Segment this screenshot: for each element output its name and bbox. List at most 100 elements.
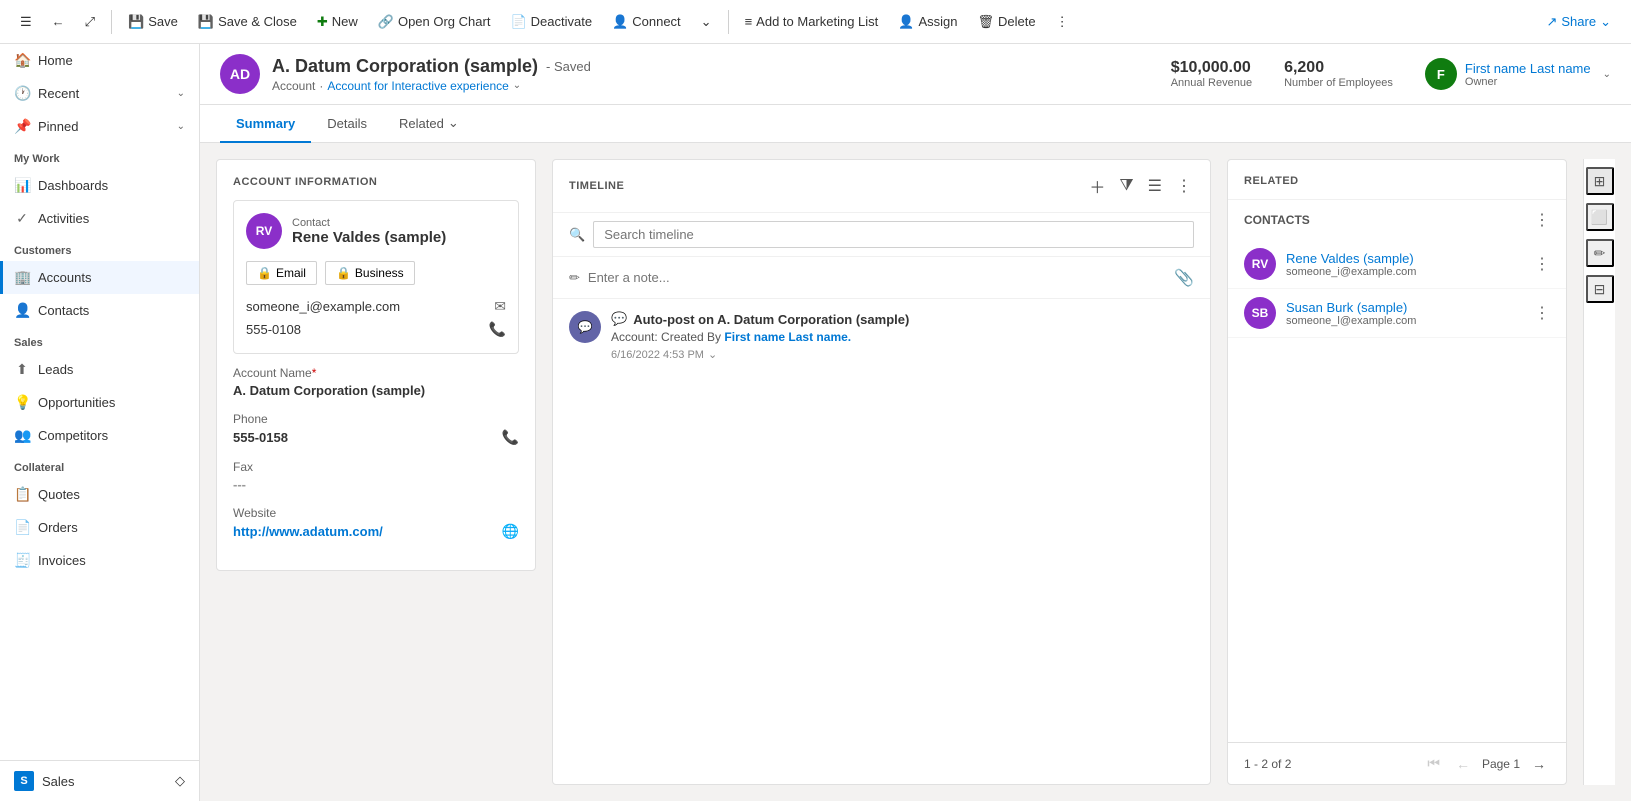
contact-phone-row: 555-0108 📞 [246,318,506,341]
sidebar-item-home[interactable]: 🏠 Home [0,44,199,77]
contact2-name[interactable]: Susan Burk (sample) [1286,300,1524,315]
timeline-note-input[interactable] [588,265,1166,290]
contact-list-item-1: RV Rene Valdes (sample) someone_i@exampl… [1228,240,1566,289]
contact2-more-button[interactable]: ⋮ [1534,303,1550,323]
sidebar-item-recent[interactable]: 🕐 Recent ⌄ [0,77,199,110]
share-chevron-icon: ⌄ [1600,14,1611,30]
entry-avatar-icon: 💬 [578,320,593,334]
sidebar-app-item[interactable]: S Sales ◇ [0,761,199,801]
icon-bar-edit-button[interactable]: ✏ [1586,239,1614,267]
sidebar-item-competitors[interactable]: 👥 Competitors [0,419,199,452]
timeline-actions: ＋ ⧩ ☰ ⋮ [1087,172,1194,200]
contact-actions: 🔒 Email 🔒 Business [246,261,506,285]
sidebar-item-opportunities[interactable]: 💡 Opportunities [0,386,199,419]
tab-details[interactable]: Details [311,106,383,143]
timeline-add-button[interactable]: ＋ [1087,172,1107,200]
entry-meta: 6/16/2022 4:53 PM ⌄ [611,348,1194,361]
tab-related[interactable]: Related ⌄ [383,105,475,143]
pencil-icon: ✏ [569,270,580,286]
entry-expand-icon[interactable]: ⌄ [708,348,717,361]
timeline-card: TIMELINE ＋ ⧩ ☰ ⋮ 🔍 ✏ [552,159,1211,785]
back-button[interactable]: ← [44,10,73,33]
contact2-info: Susan Burk (sample) someone_l@example.co… [1286,300,1524,327]
assign-icon: 👤 [898,14,914,30]
delete-button[interactable]: 🗑 Delete [970,10,1044,34]
activities-icon: ✓ [14,210,30,227]
employees-stat: 6,200 Number of Employees [1284,59,1393,89]
sidebar-item-leads[interactable]: ⬆ Leads [0,353,199,386]
sidebar-item-activities[interactable]: ✓ Activities [0,202,199,235]
business-button[interactable]: 🔒 Business [325,261,415,285]
account-info-title: ACCOUNT INFORMATION [233,176,519,188]
more-dropdown-button[interactable]: ⌄ [693,10,720,34]
pinned-chevron-icon: ⌄ [177,121,185,132]
contact1-name[interactable]: Rene Valdes (sample) [1286,251,1524,266]
contact1-more-button[interactable]: ⋮ [1534,254,1550,274]
contacts-more-button[interactable]: ⋮ [1534,210,1550,230]
sidebar-item-pinned[interactable]: 📌 Pinned ⌄ [0,110,199,143]
sidebar-item-contacts[interactable]: 👤 Contacts [0,294,199,327]
next-page-button[interactable]: → [1528,754,1550,774]
record-subtitle: Account · Account for Interactive experi… [272,79,1159,93]
phone-field-icon[interactable]: 📞 [502,429,519,446]
hamburger-button[interactable]: ☰ [12,10,40,34]
phone-label: Phone [233,412,519,426]
assign-button[interactable]: 👤 Assign [890,10,965,34]
content-area: AD A. Datum Corporation (sample) - Saved… [200,44,1631,801]
right-icon-bar: ⊞ ⬜ ✏ ⊟ [1583,159,1615,785]
accounts-icon: 🏢 [14,269,30,286]
new-button[interactable]: ✚ New [309,10,366,34]
contact-card: RV Contact Rene Valdes (sample) 🔒 Email [233,200,519,354]
save-button[interactable]: 💾 Save [120,10,186,34]
email-field-icon[interactable]: ✉ [494,298,506,315]
prev-page-button[interactable]: ← [1452,754,1474,774]
attachment-icon[interactable]: 📎 [1174,268,1194,288]
record-stats: $10,000.00 Annual Revenue 6,200 Number o… [1171,59,1393,89]
share-button[interactable]: ↗ Share ⌄ [1538,10,1619,34]
owner-avatar: F [1425,58,1457,90]
sales-section-label: Sales [0,327,199,353]
timeline-search-input[interactable] [593,221,1194,248]
record-title-main: A. Datum Corporation (sample) - Saved [272,56,1159,77]
save-close-button[interactable]: 💾 Save & Close [190,10,305,34]
timeline-list-button[interactable]: ☰ [1146,174,1164,198]
sidebar-item-invoices[interactable]: 🧾 Invoices [0,544,199,577]
sidebar-item-accounts[interactable]: 🏢 Accounts [0,261,199,294]
owner-name[interactable]: First name Last name [1465,61,1591,76]
sidebar-item-orders[interactable]: 📄 Orders [0,511,199,544]
expand-button[interactable]: ⤢ [77,10,103,34]
app-chevron-icon: ◇ [175,773,185,789]
opportunities-icon: 💡 [14,394,30,411]
record-title-row: AD A. Datum Corporation (sample) - Saved… [220,54,1611,94]
sidebar-bottom: S Sales ◇ [0,760,199,801]
more-actions-button[interactable]: ⋮ [1048,10,1077,34]
icon-bar-copy-button[interactable]: ⬜ [1586,203,1614,231]
annual-revenue-stat: $10,000.00 Annual Revenue [1171,59,1252,89]
timeline-filter-button[interactable]: ⧩ [1117,175,1135,197]
account-name-value[interactable]: A. Datum Corporation (sample) [233,383,519,398]
right-panel: RELATED CONTACTS ⋮ RV Rene Valdes (sampl… [1227,159,1567,785]
owner-chevron-icon[interactable]: ⌄ [1603,69,1611,80]
sidebar-item-quotes[interactable]: 📋 Quotes [0,478,199,511]
org-chart-button[interactable]: 🔗 Open Org Chart [370,10,499,34]
deactivate-button[interactable]: 📄 Deactivate [502,10,600,34]
marketing-list-button[interactable]: ≡ Add to Marketing List [737,10,887,33]
email-button[interactable]: 🔒 Email [246,261,317,285]
tab-summary[interactable]: Summary [220,106,311,143]
contact-header: RV Contact Rene Valdes (sample) [246,213,506,249]
employees-label: Number of Employees [1284,77,1393,89]
icon-bar-table-button[interactable]: ⊟ [1586,275,1614,303]
entry-content: 💬 Auto-post on A. Datum Corporation (sam… [611,311,1194,361]
connect-button[interactable]: 👤 Connect [604,10,689,34]
first-page-button[interactable]: ⏮ [1423,753,1444,774]
contacts-icon: 👤 [14,302,30,319]
fax-label: Fax [233,460,519,474]
related-pagination: 1 - 2 of 2 ⏮ ← Page 1 → [1228,742,1566,784]
sidebar-item-dashboards[interactable]: 📊 Dashboards [0,169,199,202]
website-value[interactable]: http://www.adatum.com/ [233,524,383,539]
entry-link[interactable]: First name Last name. [724,330,851,344]
icon-bar-grid-button[interactable]: ⊞ [1586,167,1614,195]
timeline-more-button[interactable]: ⋮ [1174,174,1194,198]
globe-icon[interactable]: 🌐 [502,523,519,540]
phone-icon[interactable]: 📞 [489,321,506,338]
